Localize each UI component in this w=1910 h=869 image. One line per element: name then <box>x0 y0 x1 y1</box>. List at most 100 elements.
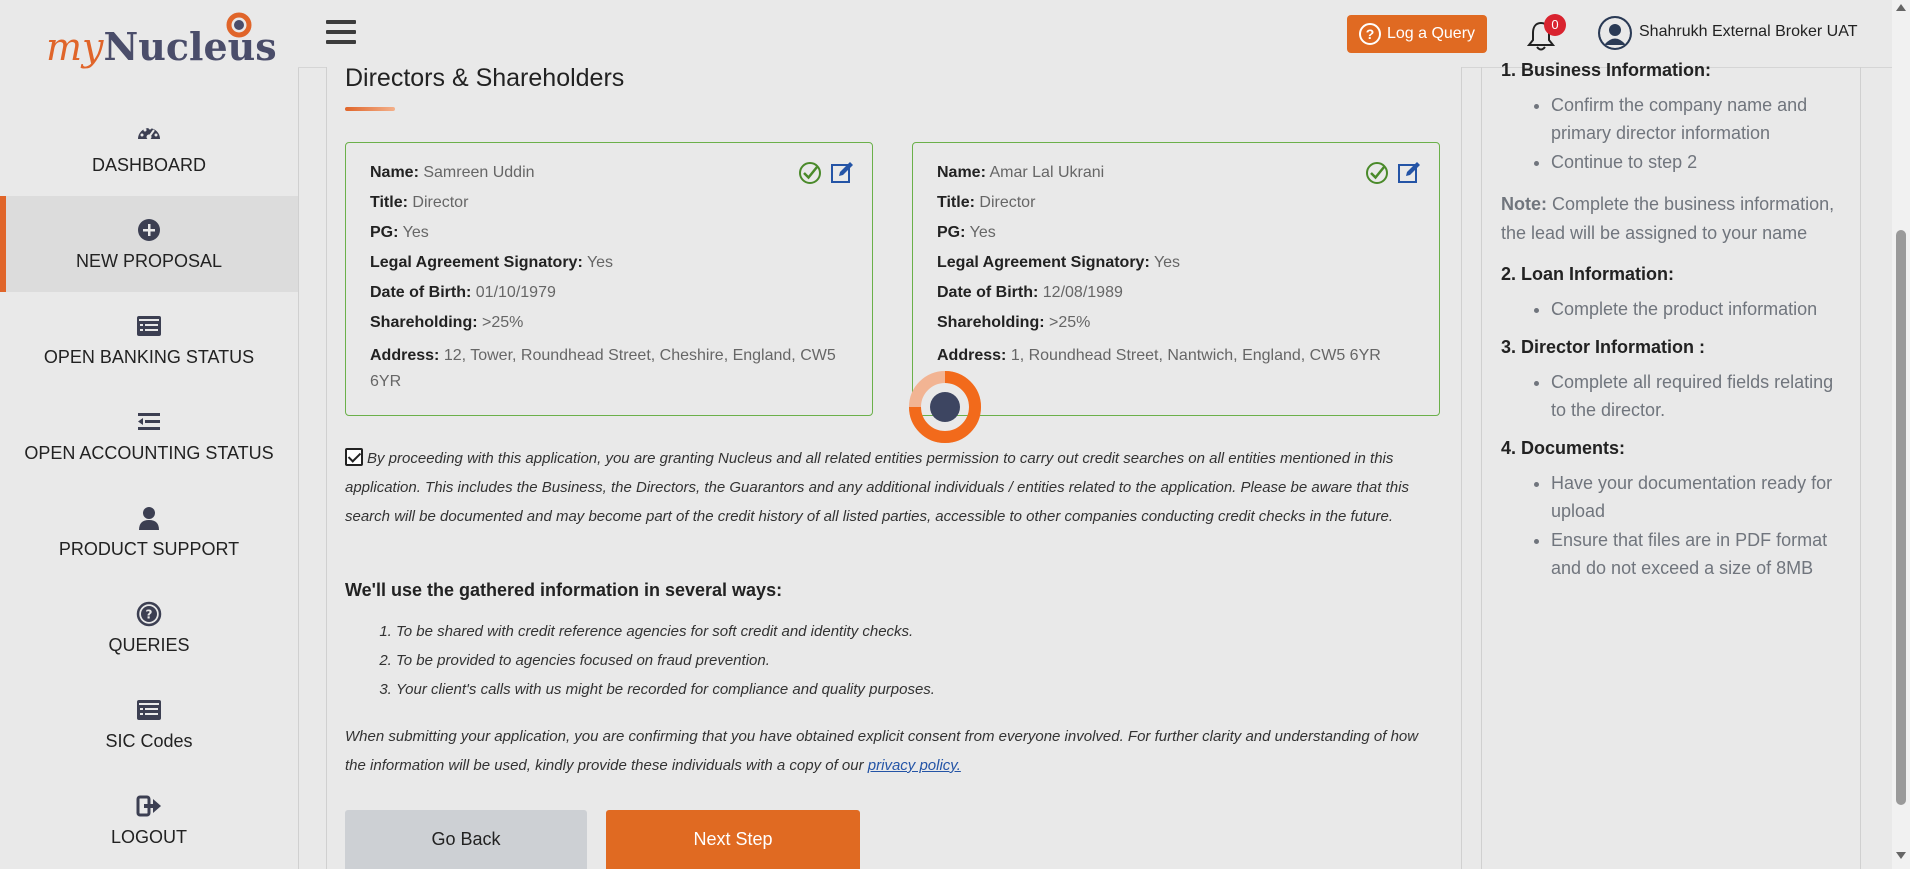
ways-heading: We'll use the gathered information in se… <box>345 580 783 600</box>
list-item: Complete all required fields relating to… <box>1551 368 1846 424</box>
consent-text: By proceeding with this application, you… <box>345 450 1409 525</box>
consent-checkbox[interactable] <box>345 448 363 466</box>
privacy-policy-link[interactable]: privacy policy. <box>868 757 961 774</box>
nav-open-accounting-status[interactable]: OPEN ACCOUNTING STATUS <box>0 388 298 484</box>
nav-dashboard[interactable]: DASHBOARD <box>0 100 298 196</box>
scroll-down-arrow-icon[interactable] <box>1896 852 1906 859</box>
field-label: PG: <box>370 224 399 241</box>
nav-label: SIC Codes <box>105 730 193 751</box>
field-label: Address: <box>937 347 1007 364</box>
guide-section-heading: 3. Director Information : <box>1501 337 1706 357</box>
ways-list: To be shared with credit reference agenc… <box>372 617 935 704</box>
nav-new-proposal[interactable]: NEW PROPOSAL <box>0 196 298 292</box>
sign-out-icon <box>136 795 161 816</box>
guide-section-heading: 4. Documents: <box>1501 438 1626 458</box>
director-signatory: Yes <box>1153 254 1181 271</box>
nav-label: DASHBOARD <box>91 154 207 175</box>
title-underline <box>345 107 395 111</box>
field-label: PG: <box>937 224 966 241</box>
check-circle-icon[interactable] <box>1365 161 1389 185</box>
sidebar: myNucleus DASHBOARD NEW PROPOSAL OPEN BA… <box>0 0 299 869</box>
user-name[interactable]: Shahrukh External Broker UAT <box>1639 23 1857 41</box>
director-card: Name: Samreen Uddin Title: Director PG: … <box>345 142 873 416</box>
user-icon <box>139 506 159 530</box>
nav-label: OPEN BANKING STATUS <box>43 346 255 367</box>
director-shareholding: >25% <box>482 314 524 331</box>
list-item: Confirm the company name and primary dir… <box>1551 91 1846 147</box>
page-scrollbar[interactable] <box>1892 0 1910 869</box>
nav-label: QUERIES <box>108 634 190 655</box>
director-name: Amar Lal Ukrani <box>989 164 1105 181</box>
field-label: Title: <box>937 194 975 211</box>
nav-label: NEW PROPOSAL <box>75 250 223 271</box>
director-dob: 01/10/1979 <box>475 284 556 301</box>
mynucleus-logo[interactable]: myNucleus <box>46 12 277 72</box>
list-item: Your client's calls with us might be rec… <box>396 675 935 704</box>
director-title: Director <box>979 194 1036 211</box>
hamburger-menu-icon[interactable] <box>326 20 356 46</box>
note-label: Note: <box>1501 194 1547 214</box>
guide-section-heading: 2. Loan Information: <box>1501 264 1674 284</box>
director-shareholding: >25% <box>1049 314 1091 331</box>
user-avatar-icon <box>1600 18 1630 48</box>
scroll-up-arrow-icon[interactable] <box>1896 4 1906 11</box>
field-label: Name: <box>370 164 419 181</box>
gauge-icon <box>138 126 160 139</box>
guide-section-heading: 1. Business Information: <box>1501 60 1712 80</box>
top-bar: ? Log a Query 0 Shahrukh External Broker… <box>298 0 1892 68</box>
submission-notice: When submitting your application, you ar… <box>345 722 1441 780</box>
field-label: Legal Agreement Signatory: <box>937 254 1150 271</box>
list-item: Continue to step 2 <box>1551 148 1846 176</box>
list-item: To be shared with credit reference agenc… <box>396 617 935 646</box>
logo-circle-icon <box>226 12 252 38</box>
nav-logout[interactable]: LOGOUT <box>0 772 298 868</box>
list-item: Complete the product information <box>1551 295 1846 323</box>
notification-count-badge: 0 <box>1544 14 1566 36</box>
nav-product-support[interactable]: PRODUCT SUPPORT <box>0 484 298 580</box>
director-signatory: Yes <box>586 254 614 271</box>
nav-open-banking-status[interactable]: OPEN BANKING STATUS <box>0 292 298 388</box>
director-card: Name: Amar Lal Ukrani Title: Director PG… <box>912 142 1440 416</box>
field-label: Shareholding: <box>937 314 1045 331</box>
list-item: Have your documentation ready for upload <box>1551 469 1846 525</box>
director-pg: Yes <box>969 224 996 241</box>
list-item: Ensure that files are in PDF format and … <box>1551 526 1846 582</box>
svg-text:?: ? <box>146 607 153 621</box>
indent-list-icon <box>138 412 160 430</box>
log-query-label: Log a Query <box>1386 25 1476 42</box>
nav-label: OPEN ACCOUNTING STATUS <box>24 442 274 463</box>
director-dob: 12/08/1989 <box>1042 284 1123 301</box>
field-label: Date of Birth: <box>937 284 1039 301</box>
edit-icon[interactable] <box>830 161 854 185</box>
check-circle-icon[interactable] <box>798 161 822 185</box>
guide-note: Note: Complete the business information,… <box>1501 190 1846 248</box>
guide-content: 1. Business Information: Confirm the com… <box>1501 60 1846 596</box>
question-circle-icon: ? <box>1358 23 1381 45</box>
page-title: Directors & Shareholders <box>345 64 625 92</box>
go-back-button[interactable]: Go Back <box>345 810 587 869</box>
field-label: Date of Birth: <box>370 284 472 301</box>
scroll-thumb[interactable] <box>1896 230 1906 805</box>
field-label: Name: <box>937 164 986 181</box>
nav-queries[interactable]: ? QUERIES <box>0 580 298 676</box>
director-address: 12, Tower, Roundhead Street, Cheshire, E… <box>370 347 836 390</box>
field-label: Title: <box>370 194 408 211</box>
logo-my-text: my <box>46 25 104 69</box>
edit-icon[interactable] <box>1397 161 1421 185</box>
field-label: Shareholding: <box>370 314 478 331</box>
log-query-button[interactable]: ? Log a Query <box>1347 15 1487 53</box>
director-title: Director <box>412 194 469 211</box>
director-name: Samreen Uddin <box>423 164 535 181</box>
nav-label: LOGOUT <box>110 826 187 847</box>
list-card-icon <box>137 699 161 720</box>
question-circle-icon: ? <box>136 601 162 626</box>
nav-sic-codes[interactable]: SIC Codes <box>0 676 298 772</box>
list-card-icon <box>137 315 161 336</box>
avatar[interactable] <box>1598 16 1632 50</box>
loading-spinner-icon <box>909 371 981 443</box>
director-pg: Yes <box>402 224 429 241</box>
next-step-button[interactable]: Next Step <box>606 810 860 869</box>
plus-circle-icon <box>138 218 160 241</box>
consent-section: By proceeding with this application, you… <box>345 444 1441 531</box>
field-label: Legal Agreement Signatory: <box>370 254 583 271</box>
